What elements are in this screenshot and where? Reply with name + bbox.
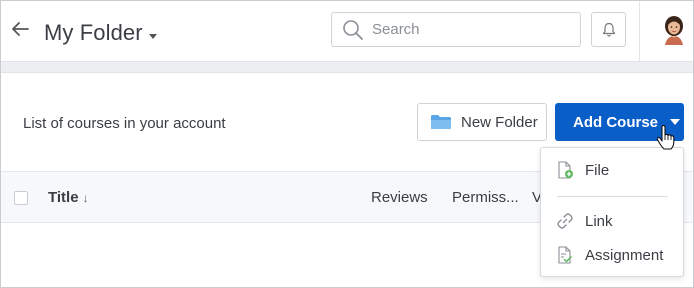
menu-item-link-label: Link bbox=[585, 213, 613, 230]
menu-item-assignment[interactable]: Assignment bbox=[541, 241, 683, 269]
add-course-dropdown: File Link Assignment bbox=[540, 147, 684, 277]
search-icon bbox=[343, 20, 363, 40]
bell-icon bbox=[602, 22, 616, 37]
search-box bbox=[331, 12, 581, 47]
menu-item-file[interactable]: File bbox=[541, 156, 683, 184]
search-input[interactable] bbox=[372, 13, 572, 46]
new-folder-button[interactable]: New Folder bbox=[417, 103, 547, 141]
file-add-icon bbox=[558, 161, 573, 179]
folder-title-selector[interactable]: My Folder bbox=[44, 20, 157, 46]
link-icon bbox=[557, 213, 573, 229]
top-header: My Folder bbox=[1, 1, 693, 61]
menu-divider bbox=[557, 196, 668, 197]
column-header-reviews[interactable]: Reviews bbox=[371, 189, 428, 206]
sort-down-icon: ↓ bbox=[82, 190, 89, 205]
avatar[interactable] bbox=[661, 15, 687, 45]
assignment-icon bbox=[558, 246, 572, 264]
menu-item-file-label: File bbox=[585, 162, 610, 179]
new-folder-label: New Folder bbox=[461, 113, 538, 131]
menu-item-assignment-label: Assignment bbox=[585, 247, 664, 264]
add-course-label: Add Course bbox=[573, 113, 659, 131]
courses-description: List of courses in your account bbox=[23, 115, 226, 132]
page-title: My Folder bbox=[44, 20, 143, 45]
column-header-permissions[interactable]: Permiss... bbox=[452, 189, 519, 206]
notifications-button[interactable] bbox=[591, 12, 626, 47]
chevron-down-icon bbox=[148, 33, 157, 39]
column-header-title[interactable]: Title ↓ bbox=[48, 189, 89, 206]
menu-item-link[interactable]: Link bbox=[541, 207, 683, 235]
folder-icon bbox=[431, 115, 451, 129]
app-frame: My Folder Search List of courses in your… bbox=[0, 0, 694, 288]
pointer-cursor-icon bbox=[656, 125, 675, 150]
column-title-label: Title bbox=[48, 189, 79, 206]
back-arrow-icon[interactable] bbox=[9, 18, 31, 40]
header-divider bbox=[639, 1, 640, 61]
header-subband bbox=[1, 61, 693, 73]
select-all-checkbox[interactable] bbox=[14, 191, 28, 205]
